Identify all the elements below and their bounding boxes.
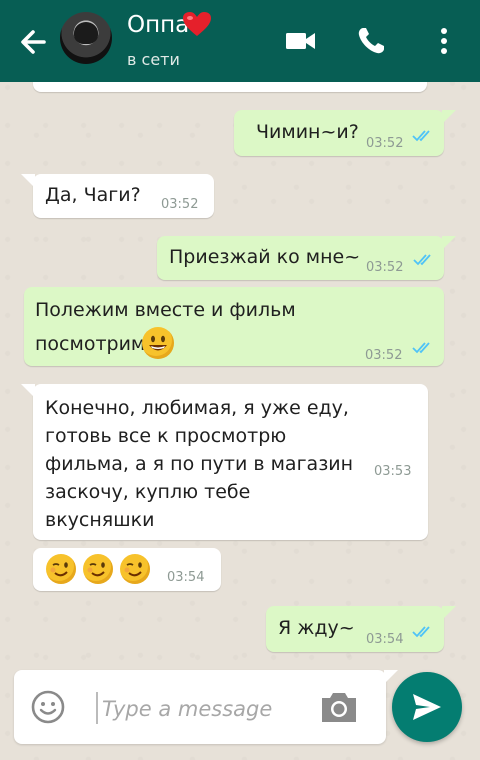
message-time: 03:53: [374, 464, 412, 479]
message-bubble-outgoing[interactable]: Приезжай ко мне~ 03:52: [157, 236, 456, 280]
heart-icon: [183, 12, 211, 36]
text-caret: [96, 692, 98, 724]
winking-emoji-icon: [46, 554, 76, 584]
send-button[interactable]: [392, 672, 462, 742]
avatar[interactable]: [60, 12, 112, 64]
more-options-icon[interactable]: [430, 24, 458, 58]
message-text-line: вкусняшки: [45, 509, 155, 531]
message-text-line: Конечно, любимая, я уже еду,: [45, 397, 349, 419]
message-bubble-outgoing[interactable]: Полежим вместе и фильм посмотрим 03:52: [24, 287, 444, 366]
winking-emoji-icon: [83, 554, 113, 584]
message-text-line: Полежим вместе и фильм: [35, 299, 296, 321]
message-bubble-incoming[interactable]: Да, Чаги? 03:52: [21, 174, 214, 218]
read-ticks-icon: [412, 130, 430, 142]
contact-name[interactable]: Оппа: [127, 12, 189, 38]
video-call-icon[interactable]: [284, 24, 318, 58]
message-text: Я жду~: [278, 617, 355, 639]
message-bubble-incoming[interactable]: Конечно, любимая, я уже еду, готовь все …: [21, 384, 428, 540]
chat-header: Оппа в сети: [0, 0, 480, 82]
message-composer: [14, 670, 398, 744]
smiling-emoji-icon: [142, 327, 174, 359]
read-ticks-icon: [412, 626, 430, 638]
message-time: 03:52: [366, 260, 404, 275]
message-text: Приезжай ко мне~: [169, 246, 361, 268]
read-ticks-icon: [412, 342, 430, 354]
message-input[interactable]: [100, 692, 324, 726]
message-bubble-outgoing[interactable]: Я жду~ 03:54: [266, 606, 456, 652]
contact-status: в сети: [127, 50, 180, 69]
message-text: Да, Чаги?: [45, 184, 141, 206]
message-text-line: фильма, а я по пути в магазин: [45, 453, 354, 475]
back-arrow-icon[interactable]: [14, 22, 54, 62]
message-time: 03:52: [161, 197, 199, 212]
message-time: 03:52: [366, 136, 404, 151]
message-text: Чимин~и?: [256, 121, 359, 143]
message-text-line: заскочу, куплю тебе: [45, 481, 251, 503]
message-time: 03:54: [167, 570, 205, 585]
message-text-line: посмотрим: [35, 333, 146, 355]
message-bubble-incoming[interactable]: 03:54: [33, 548, 221, 591]
send-icon: [413, 694, 441, 720]
emoji-picker-icon[interactable]: [30, 689, 66, 725]
message-bubble-outgoing[interactable]: Чимин~и? 03:52: [234, 110, 456, 156]
winking-emoji-icon: [120, 554, 150, 584]
message-time: 03:54: [366, 632, 404, 647]
read-ticks-icon: [413, 254, 431, 266]
phone-call-icon[interactable]: [354, 24, 388, 58]
camera-icon[interactable]: [318, 690, 360, 726]
message-text-line: готовь все к просмотрю: [45, 425, 287, 447]
message-time: 03:52: [365, 348, 403, 363]
